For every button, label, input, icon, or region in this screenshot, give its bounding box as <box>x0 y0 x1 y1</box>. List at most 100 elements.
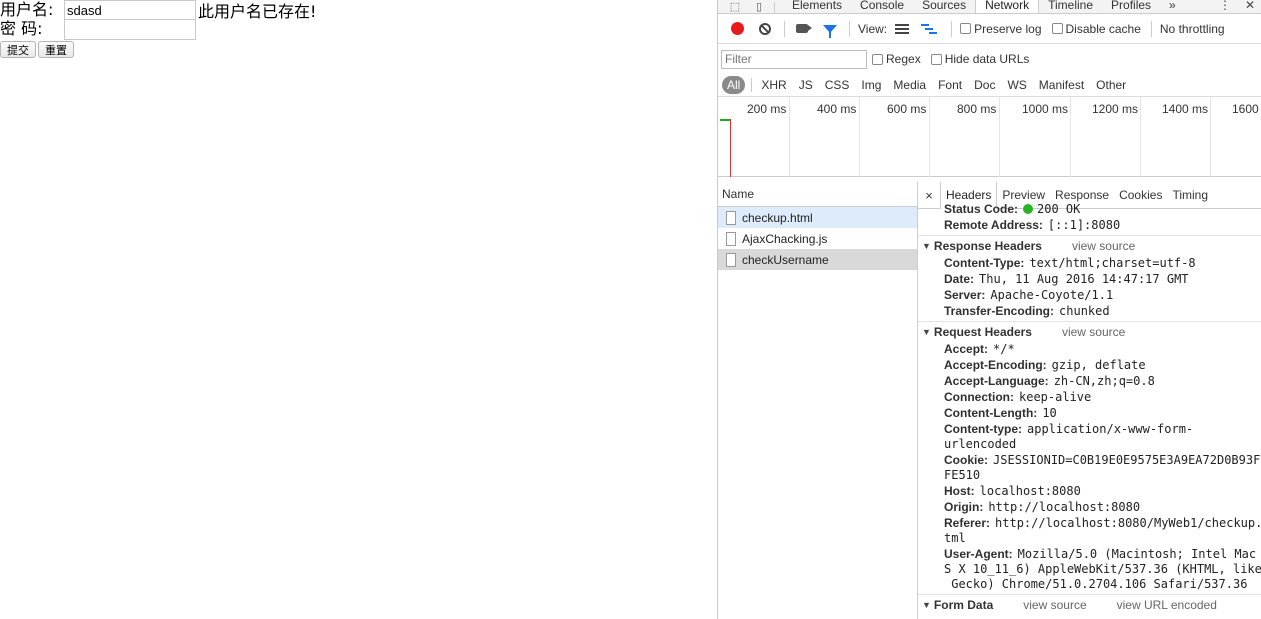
header-key: Content-type: <box>944 422 1022 436</box>
timeline-tick-label: 400 ms <box>817 102 857 116</box>
password-input[interactable] <box>64 18 196 40</box>
tab-timing[interactable]: Timing <box>1167 182 1213 209</box>
header-line: Origin: http://localhost:8080 <box>918 499 1261 515</box>
header-value: keep-alive <box>1019 390 1092 404</box>
regex-checkbox[interactable]: Regex <box>872 52 921 66</box>
type-other[interactable]: Other <box>1091 78 1131 92</box>
file-icon <box>726 231 736 246</box>
disable-cache-checkbox[interactable]: Disable cache <box>1051 22 1141 36</box>
type-all[interactable]: All <box>722 76 746 94</box>
header-line: Content-type: application/x-www-form- <box>918 421 1261 437</box>
request-details: × Headers Preview Response Cookies Timin… <box>918 182 1261 619</box>
header-value-continued: FE510 <box>944 468 981 482</box>
preserve-log-checkbox[interactable]: Preserve log <box>960 21 1042 36</box>
section-title: Form Data <box>933 597 994 612</box>
timeline-gridline <box>859 97 860 177</box>
request-name: AjaxChacking.js <box>742 231 828 246</box>
username-label: 用户名: <box>0 0 54 19</box>
header-line: Host: localhost:8080 <box>918 483 1261 499</box>
view-source-link[interactable]: view source <box>1062 325 1125 339</box>
header-line: Server: Apache-Coyote/1.1 <box>918 287 1261 303</box>
request-row[interactable]: AjaxChacking.js <box>718 228 917 249</box>
tab-profiles[interactable]: Profiles <box>1102 0 1160 13</box>
header-value-continued: S X 10_11_6) AppleWebKit/537.36 (KHTML, … <box>944 562 1261 576</box>
header-line: Accept: */* <box>918 341 1261 357</box>
type-xhr[interactable]: XHR <box>756 78 791 92</box>
header-line: Date: Thu, 11 Aug 2016 14:47:17 GMT <box>918 271 1261 287</box>
view-source-link[interactable]: view source <box>1023 598 1086 612</box>
reset-button[interactable]: 重置 <box>38 41 74 58</box>
tab-sources[interactable]: Sources <box>913 0 975 13</box>
type-img[interactable]: Img <box>856 78 886 92</box>
type-js[interactable]: JS <box>794 78 818 92</box>
timeline-gridline <box>929 97 930 177</box>
header-key: Accept-Language: <box>944 374 1049 388</box>
large-rows-icon[interactable] <box>895 23 910 34</box>
toolbar-separator <box>1150 20 1152 37</box>
view-url-encoded-link[interactable]: view URL encoded <box>1117 598 1217 612</box>
device-mode-icon[interactable]: ▯ <box>752 2 766 13</box>
name-column-header[interactable]: Name <box>718 182 917 207</box>
password-label: 密 码: <box>0 19 43 38</box>
request-row[interactable]: checkUsername <box>718 249 917 270</box>
request-list: Name checkup.html AjaxChacking.js checkU… <box>718 182 918 619</box>
hide-data-urls-checkbox[interactable]: Hide data URLs <box>930 52 1029 66</box>
tab-console[interactable]: Console <box>851 0 913 13</box>
filter-input[interactable] <box>721 49 867 69</box>
form-data-section[interactable]: ▼ Form Data view source view URL encoded <box>918 594 1261 614</box>
header-line: Cookie: JSESSIONID=C0B19E0E9575E3A9EA72D0… <box>918 452 1261 468</box>
header-value: 200 OK <box>1023 201 1080 217</box>
toolbar-separator <box>951 20 953 37</box>
header-key: Status Code: <box>944 202 1019 216</box>
header-value: localhost:8080 <box>979 484 1081 498</box>
toolbar-separator <box>784 20 785 37</box>
throttling-select[interactable]: No throttling <box>1160 22 1225 36</box>
more-tabs-icon[interactable]: » <box>1160 0 1185 13</box>
status-code-value: 200 OK <box>1037 202 1081 216</box>
timeline-tick-label: 200 ms <box>747 102 787 116</box>
timeline-gridline <box>789 97 790 177</box>
network-toolbar: View: Preserve log Disable cache No thro… <box>718 14 1261 44</box>
tab-network[interactable]: Network <box>975 0 1040 13</box>
header-line: Remote Address: [::1]:8080 <box>918 217 1261 233</box>
devtools-tab-bar: ⬚ ▯ Elements Console Sources Network Tim… <box>718 0 1261 14</box>
tab-timeline[interactable]: Timeline <box>1039 0 1102 13</box>
close-icon[interactable]: ✕ <box>1245 0 1255 11</box>
response-headers-section[interactable]: ▼ Response Headers view source <box>918 235 1261 255</box>
filter-icon[interactable] <box>821 20 839 38</box>
header-value: Mozilla/5.0 (Macintosh; Intel Mac O <box>1017 547 1261 561</box>
resource-type-filter: All XHR JS CSS Img Media Font Doc WS Man… <box>718 74 1261 97</box>
request-row[interactable]: checkup.html <box>718 207 917 228</box>
timeline-tick-label: 1400 ms <box>1162 102 1209 116</box>
clear-icon[interactable] <box>756 20 774 38</box>
tab-elements[interactable]: Elements <box>783 0 851 13</box>
capture-screenshots-icon[interactable] <box>793 20 812 38</box>
submit-button[interactable]: 提交 <box>0 41 36 58</box>
preserve-log-label: Preserve log <box>974 21 1042 36</box>
view-source-link[interactable]: view source <box>1072 239 1135 253</box>
request-headers-section[interactable]: ▼ Request Headers view source <box>918 321 1261 341</box>
menu-icon[interactable]: ⋮ <box>1219 0 1231 11</box>
network-overview-timeline[interactable]: 200 ms 400 ms 600 ms 800 ms 1000 ms 1200… <box>718 97 1261 177</box>
record-icon[interactable] <box>728 20 746 38</box>
file-icon <box>726 210 736 225</box>
type-font[interactable]: Font <box>933 78 967 92</box>
type-separator <box>751 78 753 92</box>
tab-cookies[interactable]: Cookies <box>1114 182 1167 209</box>
timeline-tick-label: 800 ms <box>957 102 997 116</box>
type-doc[interactable]: Doc <box>969 78 1000 92</box>
timeline-gridline <box>1210 97 1211 177</box>
header-key: User-Agent: <box>944 547 1013 561</box>
header-value-continued: urlencoded <box>944 437 1017 451</box>
headers-content: Status Code: 200 OK Remote Address: [::1… <box>918 201 1261 614</box>
type-media[interactable]: Media <box>888 78 931 92</box>
username-input[interactable] <box>64 0 196 21</box>
inspect-element-icon[interactable]: ⬚ <box>728 2 742 13</box>
header-value-continued: tml <box>944 531 966 545</box>
type-manifest[interactable]: Manifest <box>1034 78 1089 92</box>
type-ws[interactable]: WS <box>1002 78 1031 92</box>
overview-icon[interactable] <box>921 23 938 34</box>
type-css[interactable]: CSS <box>820 78 855 92</box>
header-value: [::1]:8080 <box>1047 218 1121 232</box>
close-details-icon[interactable]: × <box>918 188 940 203</box>
